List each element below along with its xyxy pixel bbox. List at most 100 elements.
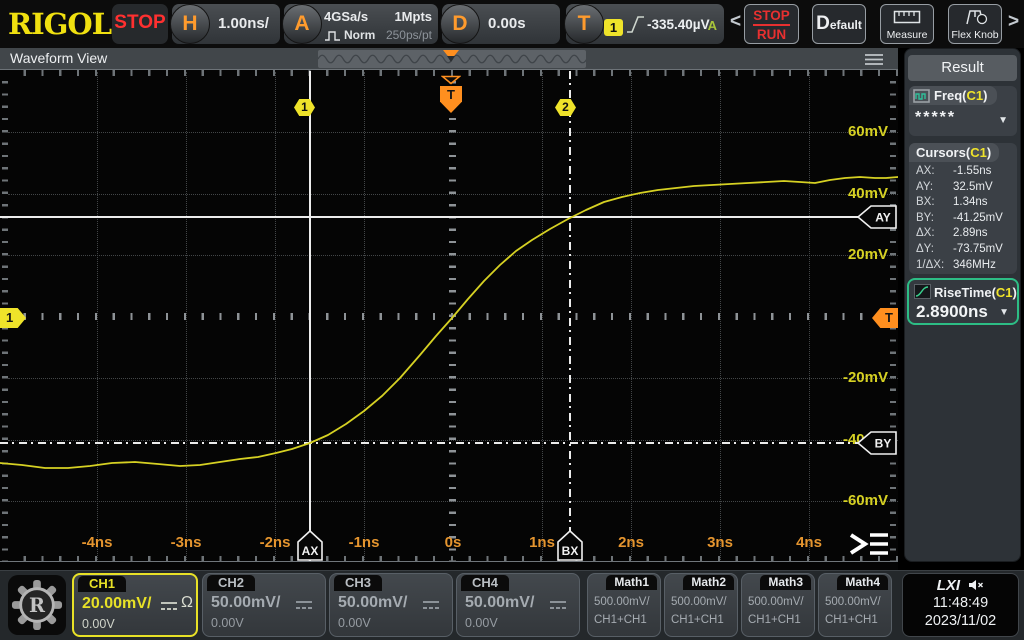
x-axis-label: -4ns (67, 534, 127, 551)
cursor-readout-row: BX:1.34ns (916, 196, 1015, 212)
channel4-card[interactable]: CH4 50.00mV/ 0.00V (456, 573, 580, 637)
stop-run-bottom-label: RUN (745, 26, 798, 43)
channel1-scale: 20.00mV/ (82, 595, 151, 613)
graticule[interactable]: 60mV 40mV 20mV -20mV -40mV -60mV -4ns -3… (0, 70, 898, 562)
default-button[interactable]: Default (812, 4, 866, 44)
y-axis-label: -60mV (828, 492, 888, 509)
system-date: 2023/11/02 (903, 612, 1018, 630)
channel2-tab[interactable]: CH2 (207, 575, 255, 591)
channel3-offset: 0.00V (338, 616, 371, 630)
stop-run-button[interactable]: STOP RUN (744, 4, 799, 44)
measure-button-label: Measure (881, 29, 933, 41)
delay-knob-button[interactable]: D (440, 4, 480, 44)
channel2-offset: 0.00V (211, 616, 244, 630)
system-menu-button[interactable]: R (8, 575, 66, 635)
channel1-card[interactable]: CH1 20.00mV/ Ω 0.00V (72, 573, 198, 637)
math1-expression: CH1+CH1 (594, 614, 647, 626)
freq-dropdown-caret-icon[interactable]: ▼ (998, 115, 1008, 126)
trigger-source-badge: 1 (604, 19, 623, 36)
scrollbar-notch-icon (447, 56, 455, 62)
bottom-status-bar: R CH1 20.00mV/ Ω 0.00V CH2 50.00mV/ 0.00… (0, 570, 1024, 640)
waveform-menu-icon[interactable] (864, 53, 884, 66)
toolbar-scroll-right-icon[interactable]: > (1008, 11, 1019, 33)
y-axis-label: -20mV (828, 369, 888, 386)
default-button-label: Default (813, 5, 865, 44)
flex-knob-button-label: Flex Knob (949, 30, 1001, 41)
risetime-value: 2.8900ns (916, 302, 988, 322)
math3-expression: CH1+CH1 (748, 614, 801, 626)
cursor-readout-row: AX:-1.55ns (916, 165, 1015, 181)
cursors-card-header: Cursors(C1) (909, 143, 999, 162)
freq-measurement-card[interactable]: Freq(C1) ***** ▼ (909, 86, 1017, 136)
math2-card[interactable]: Math2 500.00mV/ CH1+CH1 (664, 573, 738, 637)
graticule-menu-icon[interactable] (846, 530, 892, 558)
waveform-trace-layer (0, 70, 898, 562)
math1-card[interactable]: Math1 500.00mV/ CH1+CH1 (587, 573, 661, 637)
top-toolbar: RIGOL STOP 1.00ns/ H 4GSa/s 1Mpts Norm 2… (0, 0, 1024, 48)
cursor-readout-list: AX:-1.55ns AY:32.5mV BX:1.34ns BY:-41.25… (916, 165, 1015, 274)
math2-expression: CH1+CH1 (671, 614, 724, 626)
trigger-knob-button[interactable]: T (564, 4, 604, 44)
toolbar-scroll-left-icon[interactable]: < (730, 11, 741, 33)
cursors-card-title: Cursors(C1) (916, 143, 991, 162)
math1-tab[interactable]: Math1 (606, 575, 657, 590)
risetime-icon (914, 284, 931, 299)
waveform-view[interactable]: Waveform View (0, 48, 898, 570)
cursor-ax-tag[interactable]: AX (296, 529, 324, 562)
y-axis-label: 40mV (828, 185, 888, 202)
y-axis-label: 60mV (828, 123, 888, 140)
math2-tab[interactable]: Math2 (683, 575, 734, 590)
system-status-block[interactable]: LXI 11:48:49 2023/11/02 (902, 573, 1019, 637)
math3-card[interactable]: Math3 500.00mV/ CH1+CH1 (741, 573, 815, 637)
cursor-by-tag[interactable]: BY (856, 430, 898, 456)
x-axis-label: -3ns (156, 534, 216, 551)
x-axis-label: 3ns (690, 534, 750, 551)
channel2-scale: 50.00mV/ (211, 594, 280, 612)
counter-icon (913, 89, 931, 103)
cursor-bx-tag[interactable]: BX (556, 529, 584, 562)
sample-resolution: 250ps/pt (386, 28, 432, 42)
math1-scale: 500.00mV/ (594, 596, 650, 608)
risetime-dropdown-caret-icon[interactable]: ▼ (999, 307, 1009, 318)
channel3-tab[interactable]: CH3 (334, 575, 382, 591)
result-panel: Result Freq(C1) ***** ▼ Cursors(C1) (898, 48, 1024, 570)
cursor-ay-tag[interactable]: AY (856, 204, 898, 230)
freq-card-header: Freq(C1) (909, 86, 997, 105)
freq-card-title: Freq(C1) (934, 86, 987, 105)
measure-button[interactable]: Measure (880, 4, 934, 44)
channel4-scale: 50.00mV/ (465, 594, 534, 612)
flex-knob-button[interactable]: Flex Knob (948, 4, 1002, 44)
svg-text:BY: BY (875, 437, 892, 451)
math4-tab[interactable]: Math4 (837, 575, 888, 590)
acquisition-knob-button[interactable]: A (282, 4, 322, 44)
risetime-card-title: RiseTime(C1) (934, 283, 1017, 302)
cursor-readout-row: BY:-41.25mV (916, 212, 1015, 228)
waveform-trace (0, 177, 898, 468)
math3-tab[interactable]: Math3 (760, 575, 811, 590)
timebase-value: 1.00ns/ (218, 4, 269, 44)
lxi-status: LXI (903, 577, 1018, 594)
acquisition-mode: Norm (344, 28, 375, 42)
freq-value: ***** (915, 109, 956, 127)
channel3-card[interactable]: CH3 50.00mV/ 0.00V (329, 573, 453, 637)
svg-text:AY: AY (875, 211, 891, 225)
math4-expression: CH1+CH1 (825, 614, 878, 626)
lxi-logo: LXI (937, 577, 960, 594)
cursors-result-card[interactable]: Cursors(C1) AX:-1.55ns AY:32.5mV BX:1.34… (909, 143, 1017, 274)
channel1-impedance: Ω (181, 594, 193, 612)
horizontal-knob-button[interactable]: H (170, 4, 210, 44)
channel4-offset: 0.00V (465, 616, 498, 630)
channel1-tab[interactable]: CH1 (78, 576, 126, 592)
dc-coupling-icon (549, 600, 567, 610)
channel2-card[interactable]: CH2 50.00mV/ 0.00V (202, 573, 326, 637)
math4-card[interactable]: Math4 500.00mV/ CH1+CH1 (818, 573, 892, 637)
rigol-logo: RIGOL (8, 7, 111, 41)
y-axis-label: 20mV (828, 246, 888, 263)
dc-coupling-icon (160, 601, 178, 611)
horizontal-position-scrollbar[interactable] (318, 50, 586, 68)
waveform-view-title: Waveform View (10, 50, 107, 66)
memory-depth: 1Mpts (394, 9, 432, 24)
sample-rate: 4GSa/s (324, 9, 368, 24)
channel4-tab[interactable]: CH4 (461, 575, 509, 591)
risetime-measurement-card[interactable]: RiseTime(C1) 2.8900ns ▼ (907, 278, 1019, 325)
